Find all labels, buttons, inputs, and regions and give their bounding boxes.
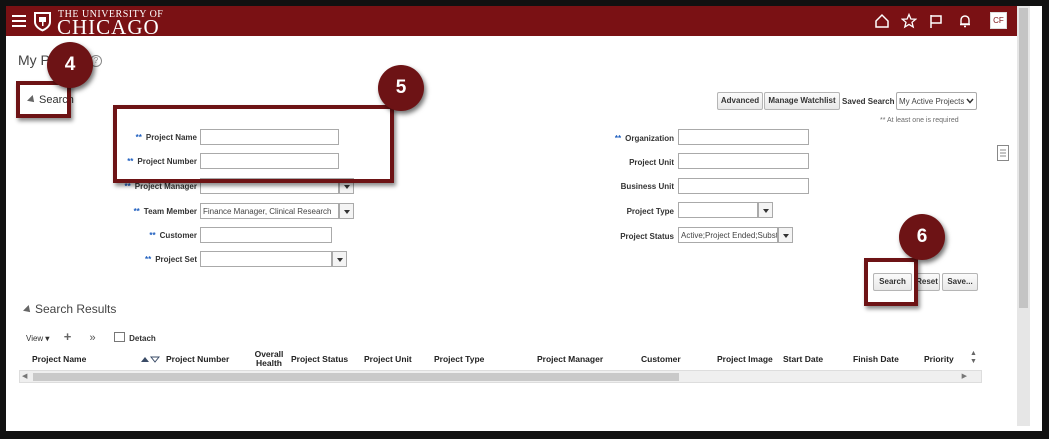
side-panel-icon[interactable] <box>997 145 1009 161</box>
project-set-dropdown-icon[interactable] <box>332 251 347 267</box>
notifications-bell-icon[interactable] <box>957 13 973 29</box>
table-scrollbar-thumb[interactable] <box>33 373 679 381</box>
step-marker-5: 5 <box>378 65 424 111</box>
customer-label: ** Customer <box>149 231 197 240</box>
saved-search-value: My Active Projects <box>899 97 965 106</box>
more-chevrons-icon[interactable]: » <box>90 332 96 344</box>
column-header-project-manager[interactable]: Project Manager <box>537 354 603 364</box>
home-icon[interactable] <box>874 13 890 29</box>
project-type-dropdown-icon[interactable] <box>758 202 773 218</box>
top-bar: THE UNIVERSITY OF CHICAGO CF <box>6 6 1017 38</box>
project-type-label: Project Type <box>626 207 674 216</box>
organization-input[interactable] <box>678 129 809 145</box>
business-unit-input[interactable] <box>678 178 809 194</box>
column-header-overall-health[interactable]: Overall Health <box>254 350 284 368</box>
team-member-dropdown-icon[interactable] <box>339 203 354 219</box>
project-set-label: ** Project Set <box>144 255 197 264</box>
collapse-triangle-icon[interactable] <box>23 305 33 315</box>
project-status-input[interactable]: Active;Project Ended;Subst <box>678 227 778 243</box>
column-header-project-image[interactable]: Project Image <box>717 354 773 364</box>
table-vertical-scroll-arrows-icon[interactable]: ▲ ▼ <box>970 350 977 366</box>
organization-label: ** Organization <box>614 134 674 143</box>
favorites-star-icon[interactable] <box>901 13 917 29</box>
column-header-project-unit[interactable]: Project Unit <box>364 354 412 364</box>
business-unit-label: Business Unit <box>620 182 674 191</box>
column-header-project-number[interactable]: Project Number <box>166 354 229 364</box>
column-header-customer[interactable]: Customer <box>641 354 681 364</box>
team-member-label: ** Team Member <box>133 207 197 216</box>
required-note: ** At least one is required <box>880 117 959 124</box>
column-header-priority[interactable]: Priority <box>924 354 954 364</box>
logo-big-text[interactable]: CHICAGO <box>57 17 160 38</box>
add-icon[interactable]: + <box>64 329 72 344</box>
customer-input[interactable] <box>200 227 332 243</box>
page-title-text: My P <box>18 52 50 68</box>
manage-watchlist-button[interactable]: Manage Watchlist <box>764 92 840 110</box>
team-member-input[interactable]: Finance Manager, Clinical Research <box>200 203 339 219</box>
highlight-box-search-button <box>864 258 918 306</box>
project-status-dropdown-icon[interactable] <box>778 227 793 243</box>
project-manager-label: ** Project Manager <box>124 182 197 191</box>
view-menu[interactable]: View ▾ <box>26 334 49 343</box>
saved-search-label: Saved Search <box>842 97 895 106</box>
detach-label[interactable]: Detach <box>129 334 156 343</box>
page-scrollbar[interactable] <box>1017 6 1030 426</box>
detach-icon[interactable] <box>113 332 125 342</box>
user-avatar[interactable]: CF <box>990 12 1007 29</box>
project-unit-label: Project Unit <box>629 158 674 167</box>
search-results-header[interactable]: Search Results <box>23 302 117 316</box>
scroll-right-icon[interactable]: ▶ <box>962 372 967 380</box>
university-shield-icon <box>34 12 51 32</box>
project-unit-input[interactable] <box>678 153 809 169</box>
advanced-button[interactable]: Advanced <box>717 92 763 110</box>
scroll-left-icon[interactable]: ◀ <box>22 372 27 380</box>
project-status-label: Project Status <box>620 232 674 241</box>
flag-icon[interactable] <box>928 13 944 29</box>
sort-arrows-icon[interactable] <box>140 355 160 363</box>
column-header-project-status[interactable]: Project Status <box>291 354 348 364</box>
project-type-input[interactable] <box>678 202 758 218</box>
step-marker-6: 6 <box>899 214 945 260</box>
chevron-down-icon[interactable] <box>966 98 974 104</box>
column-header-project-name[interactable]: Project Name <box>32 354 86 364</box>
column-header-start-date[interactable]: Start Date <box>783 354 823 364</box>
step-marker-4: 4 <box>47 42 93 88</box>
saved-search-select[interactable]: My Active Projects <box>896 92 977 110</box>
view-label: View <box>26 334 44 343</box>
search-results-title: Search Results <box>35 302 117 316</box>
project-set-input[interactable] <box>200 251 332 267</box>
page-scrollbar-thumb[interactable] <box>1019 8 1028 308</box>
hamburger-menu-icon[interactable] <box>12 13 26 27</box>
results-toolbar: View ▾ + » Detach <box>26 329 156 344</box>
table-horizontal-scrollbar[interactable]: ◀ ▶ <box>19 370 982 383</box>
column-header-finish-date[interactable]: Finish Date <box>853 354 899 364</box>
highlight-box-project-fields <box>113 105 394 183</box>
page-title: My P <box>18 52 50 68</box>
column-header-project-type[interactable]: Project Type <box>434 354 484 364</box>
save-button[interactable]: Save... <box>942 273 978 291</box>
